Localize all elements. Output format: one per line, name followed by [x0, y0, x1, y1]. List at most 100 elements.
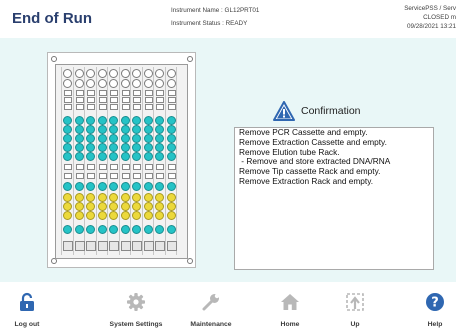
extraction-tube: [97, 202, 107, 211]
rack-slot: [75, 164, 84, 170]
rack-slot: [121, 173, 130, 179]
rack-divider: [107, 67, 108, 255]
extraction-tube: [143, 202, 153, 211]
question-icon: ?: [426, 293, 444, 311]
pcr-well: [166, 69, 176, 78]
gear-icon: [127, 293, 145, 311]
tip-position: [74, 116, 84, 125]
logout-button[interactable]: Log out: [10, 282, 44, 333]
reagent-tube: [86, 225, 95, 234]
extraction-tube: [63, 202, 72, 211]
rack-divider: [164, 67, 166, 255]
confirmation-header: Confirmation: [271, 101, 391, 123]
tip-position: [132, 116, 141, 125]
pcr-well: [132, 79, 141, 88]
cassette-slot: [110, 104, 118, 110]
main-content: Confirmation Remove PCR Cassette and emp…: [0, 38, 456, 318]
pcr-well: [143, 69, 153, 78]
extraction-tube: [155, 202, 164, 211]
rack-slot: [64, 164, 72, 170]
cassette-slot: [121, 104, 130, 110]
help-button[interactable]: ? Help: [420, 282, 450, 333]
reagent-tube: [120, 225, 130, 234]
tip-position: [143, 125, 153, 134]
tip-position: [86, 152, 95, 161]
date-time: 09/28/2021 13:21: [406, 23, 456, 30]
system-settings-label: System Settings: [109, 321, 163, 328]
cassette-slot: [87, 97, 95, 103]
rack-slot: [98, 164, 107, 170]
wrench-icon: [202, 293, 220, 311]
tip-position: [166, 125, 176, 134]
pcr-well: [109, 79, 118, 88]
elution-tube: [166, 182, 176, 191]
maintenance-button[interactable]: Maintenance: [183, 282, 239, 333]
extraction-tube: [109, 193, 118, 202]
tip-position: [155, 152, 164, 161]
tip-position: [109, 125, 118, 134]
extraction-tube: [109, 211, 118, 220]
extraction-tube: [155, 193, 164, 202]
elution-tube: [86, 182, 95, 191]
pcr-well: [155, 79, 164, 88]
up-arrow-icon: [346, 293, 364, 311]
cassette-slot: [98, 97, 107, 103]
cassette-slot: [75, 104, 84, 110]
extraction-tube: [132, 193, 141, 202]
cassette-slot: [110, 90, 118, 96]
bottom-slot: [143, 241, 154, 251]
tip-position: [63, 152, 72, 161]
cassette-slot: [110, 97, 118, 103]
pcr-well: [97, 79, 107, 88]
reagent-tube: [166, 225, 176, 234]
confirmation-title: Confirmation: [301, 105, 361, 117]
cassette-slot: [133, 90, 141, 96]
cassette-slot: [144, 97, 153, 103]
extraction-tube: [120, 193, 130, 202]
tip-position: [166, 134, 176, 143]
screw-icon: [51, 56, 57, 62]
rack-slot: [121, 164, 130, 170]
rack-slot: [87, 173, 95, 179]
home-button[interactable]: Home: [270, 282, 310, 333]
rack-slot: [144, 173, 153, 179]
rack-slot: [167, 164, 176, 170]
instrument-status: Instrument Status : READY: [171, 20, 248, 27]
bottom-slot: [132, 241, 142, 251]
cassette-slot: [133, 104, 141, 110]
cassette-slot: [144, 90, 153, 96]
home-label: Home: [280, 321, 300, 328]
warning-icon: [273, 101, 295, 121]
tip-position: [97, 134, 107, 143]
svg-text:?: ?: [431, 296, 439, 311]
tip-position: [143, 134, 153, 143]
bottom-nav-bar: Log out System Settings Maintenance Home…: [0, 282, 456, 333]
tip-position: [155, 116, 164, 125]
help-label: Help: [427, 321, 443, 328]
rack-slot: [87, 164, 95, 170]
tip-position: [143, 143, 153, 152]
rack-slot: [110, 173, 118, 179]
pcr-well: [86, 69, 95, 78]
system-settings-button[interactable]: System Settings: [100, 282, 172, 333]
extraction-tube: [97, 211, 107, 220]
pcr-well: [63, 69, 72, 78]
extraction-tube: [63, 193, 72, 202]
elution-tube: [155, 182, 164, 191]
tip-position: [74, 143, 84, 152]
tip-position: [63, 134, 72, 143]
tip-position: [63, 143, 72, 152]
pcr-well: [132, 69, 141, 78]
bottom-slot: [63, 241, 73, 251]
up-button[interactable]: Up: [340, 282, 370, 333]
page-title: End of Run: [12, 10, 92, 27]
deck-frame: [55, 64, 188, 259]
bottom-slot: [97, 241, 108, 251]
pcr-well: [97, 69, 107, 78]
tip-position: [132, 134, 141, 143]
elution-tube: [132, 182, 141, 191]
extraction-tube: [120, 202, 130, 211]
cassette-slot: [167, 104, 176, 110]
bottom-slot: [109, 241, 119, 251]
message-line: Remove Extraction Rack and empty.: [239, 175, 374, 186]
